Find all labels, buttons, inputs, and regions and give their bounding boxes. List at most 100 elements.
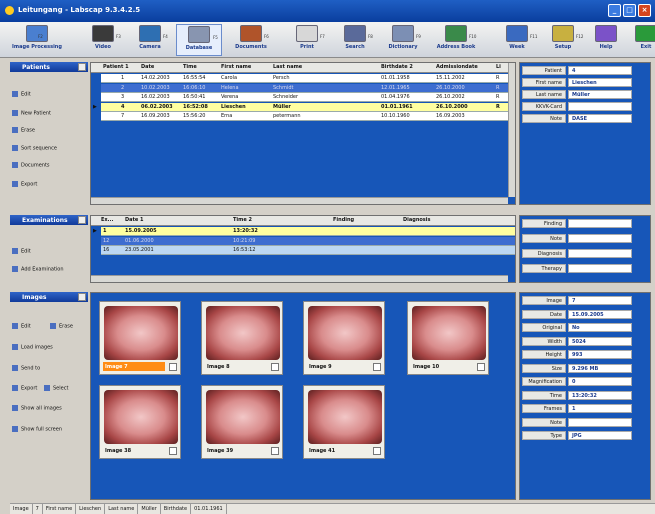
column-header-finding[interactable]: Finding — [333, 217, 354, 223]
collapse-icon[interactable] — [78, 293, 86, 301]
nav-images-show-full-screen[interactable]: Show full screen — [12, 426, 62, 433]
maximize-button[interactable]: □ — [623, 4, 636, 17]
close-button[interactable]: × — [638, 4, 651, 17]
collapse-icon[interactable] — [78, 63, 86, 71]
field-value[interactable]: No — [568, 323, 632, 332]
field-value[interactable] — [568, 219, 632, 228]
toolbar-button-documents[interactable]: F6 Documents — [228, 24, 274, 56]
column-header-last-name[interactable]: Last name — [273, 64, 302, 70]
column-header-time-2[interactable]: Time 2 — [233, 217, 252, 223]
table-row[interactable]: 1 14.02.2003 16:55:54 Carola Persch 01.01.195… — [101, 74, 510, 83]
toolbar-button-label: Camera — [139, 44, 161, 50]
toolbar-button-setup[interactable]: F12 Setup — [540, 24, 586, 56]
column-header-ex-[interactable]: Ex... — [101, 217, 113, 223]
table-row[interactable]: 12 01.06.2000 10:21:09 — [101, 236, 515, 246]
select-checkbox[interactable] — [271, 363, 279, 371]
nav-examinations-add-examination[interactable]: Add Examination — [12, 266, 64, 273]
nav-images-send-to[interactable]: Send to — [12, 365, 40, 372]
toolbar-button-video[interactable]: F3 Video — [80, 24, 126, 56]
image-thumbnail[interactable]: Image 39 — [201, 385, 283, 459]
select-checkbox[interactable] — [271, 447, 279, 455]
column-header-admissiondate[interactable]: Admissiondate — [436, 64, 478, 70]
column-header-date[interactable]: Date — [141, 64, 154, 70]
toolbar-button-search[interactable]: F8 Search — [332, 24, 378, 56]
nav-patients-sort-sequence[interactable]: Sort sequence — [12, 145, 57, 152]
select-checkbox[interactable] — [169, 447, 177, 455]
field-value[interactable]: 1 — [568, 404, 632, 413]
nav-patients-new-patient[interactable]: New Patient — [12, 110, 51, 117]
toolbar-button-print[interactable]: F7 Print — [284, 24, 330, 56]
nav-examinations-edit[interactable]: Edit — [12, 248, 31, 255]
patients-vertical-scrollbar[interactable] — [508, 63, 515, 197]
colposcopy-image[interactable] — [104, 390, 178, 444]
nav-patients-erase[interactable]: Erase — [12, 127, 35, 134]
nav-images-erase[interactable]: Erase — [50, 323, 73, 330]
column-header-diagnosis[interactable]: Diagnosis — [403, 217, 430, 223]
colposcopy-image[interactable] — [412, 306, 486, 360]
nav-images-load-images[interactable]: Load images — [12, 344, 53, 351]
colposcopy-image[interactable] — [104, 306, 178, 360]
select-checkbox[interactable] — [169, 363, 177, 371]
field-value[interactable] — [568, 417, 632, 427]
minimize-button[interactable]: _ — [608, 4, 621, 17]
field-value[interactable]: DASE — [568, 114, 632, 123]
field-value[interactable]: 4 — [568, 66, 632, 75]
toolbar-button-database[interactable]: F5 Database — [176, 24, 222, 56]
nav-images-edit[interactable]: Edit — [12, 323, 31, 330]
toolbar-button-address-book[interactable]: F10 Address Book — [433, 24, 479, 56]
nav-patients-documents[interactable]: Documents — [12, 162, 50, 169]
select-checkbox[interactable] — [373, 447, 381, 455]
nav-images-select[interactable]: Select — [44, 385, 68, 392]
image-thumbnail[interactable]: Image 7 — [99, 301, 181, 375]
nav-patients-edit[interactable]: Edit — [12, 91, 31, 98]
field-value[interactable]: 5024 — [568, 336, 632, 346]
image-thumbnail[interactable]: Image 38 — [99, 385, 181, 459]
column-header-first-name[interactable]: First name — [221, 64, 251, 70]
field-value[interactable]: JPG — [568, 431, 632, 440]
image-thumbnail[interactable]: Image 41 — [303, 385, 385, 459]
examinations-horizontal-scrollbar[interactable] — [91, 275, 508, 282]
toolbar-button-image-processing[interactable]: F2 Image Processing — [2, 24, 72, 56]
field-value[interactable]: 0 — [568, 377, 632, 386]
column-header-birthdate-2[interactable]: Birthdate 2 — [381, 64, 413, 70]
nav-patients-export[interactable]: Export — [12, 181, 37, 188]
toolbar-button-camera[interactable]: F4 Camera — [127, 24, 173, 56]
table-row[interactable]: 2 10.02.2003 16:06:10 Helena Schmidt 12.01.19… — [101, 83, 510, 93]
field-value[interactable] — [568, 234, 632, 243]
table-row[interactable]: 7 16.09.2003 15:56:20 Erna petermann 10.10.19… — [101, 112, 510, 121]
table-row[interactable]: 3 16.02.2003 16:50:41 Verena Schneider 01.04.… — [101, 93, 510, 102]
colposcopy-image[interactable] — [206, 306, 280, 360]
column-header-time[interactable]: Time — [183, 64, 197, 70]
field-value[interactable]: 15.09.2005 — [568, 309, 632, 319]
field-value[interactable]: 993 — [568, 350, 632, 359]
toolbar-button-exit[interactable]: Exit — [623, 24, 655, 56]
field-value[interactable] — [568, 249, 632, 258]
image-thumbnail[interactable]: Image 10 — [407, 301, 489, 375]
collapse-icon[interactable] — [78, 216, 86, 224]
field-value[interactable]: Müller — [568, 90, 632, 99]
field-value[interactable]: 13:20:32 — [568, 390, 632, 400]
select-checkbox[interactable] — [373, 363, 381, 371]
image-thumbnail[interactable]: Image 9 — [303, 301, 385, 375]
toolbar-button-dictionary[interactable]: F9 Dictionary — [380, 24, 426, 56]
table-row[interactable]: 4 06.02.2003 16:52:08 Lieschen Müller 01.01.1… — [101, 102, 510, 112]
colposcopy-image[interactable] — [308, 390, 382, 444]
field-value[interactable]: 7 — [568, 296, 632, 305]
table-row[interactable]: 16 23.05.2001 16:53:12 — [101, 246, 515, 255]
table-row[interactable]: 1 15.09.2005 13:20:32 — [101, 227, 515, 236]
patients-horizontal-scrollbar[interactable] — [91, 197, 508, 204]
colposcopy-image[interactable] — [206, 390, 280, 444]
column-header-date-1[interactable]: Date 1 — [125, 217, 144, 223]
colposcopy-image[interactable] — [308, 306, 382, 360]
field-value[interactable]: 9.296 MB — [568, 363, 632, 373]
nav-images-export[interactable]: Export — [12, 385, 37, 392]
column-header-patient-1[interactable]: Patient 1 — [103, 64, 129, 70]
image-thumbnail[interactable]: Image 8 — [201, 301, 283, 375]
nav-images-show-all-images[interactable]: Show all images — [12, 405, 62, 412]
field-value[interactable] — [568, 264, 632, 273]
column-header-li[interactable]: Li — [496, 64, 501, 70]
select-checkbox[interactable] — [477, 363, 485, 371]
field-value[interactable] — [568, 102, 632, 111]
toolbar-button-week[interactable]: F11 Week — [494, 24, 540, 56]
field-value[interactable]: Lieschen — [568, 78, 632, 87]
